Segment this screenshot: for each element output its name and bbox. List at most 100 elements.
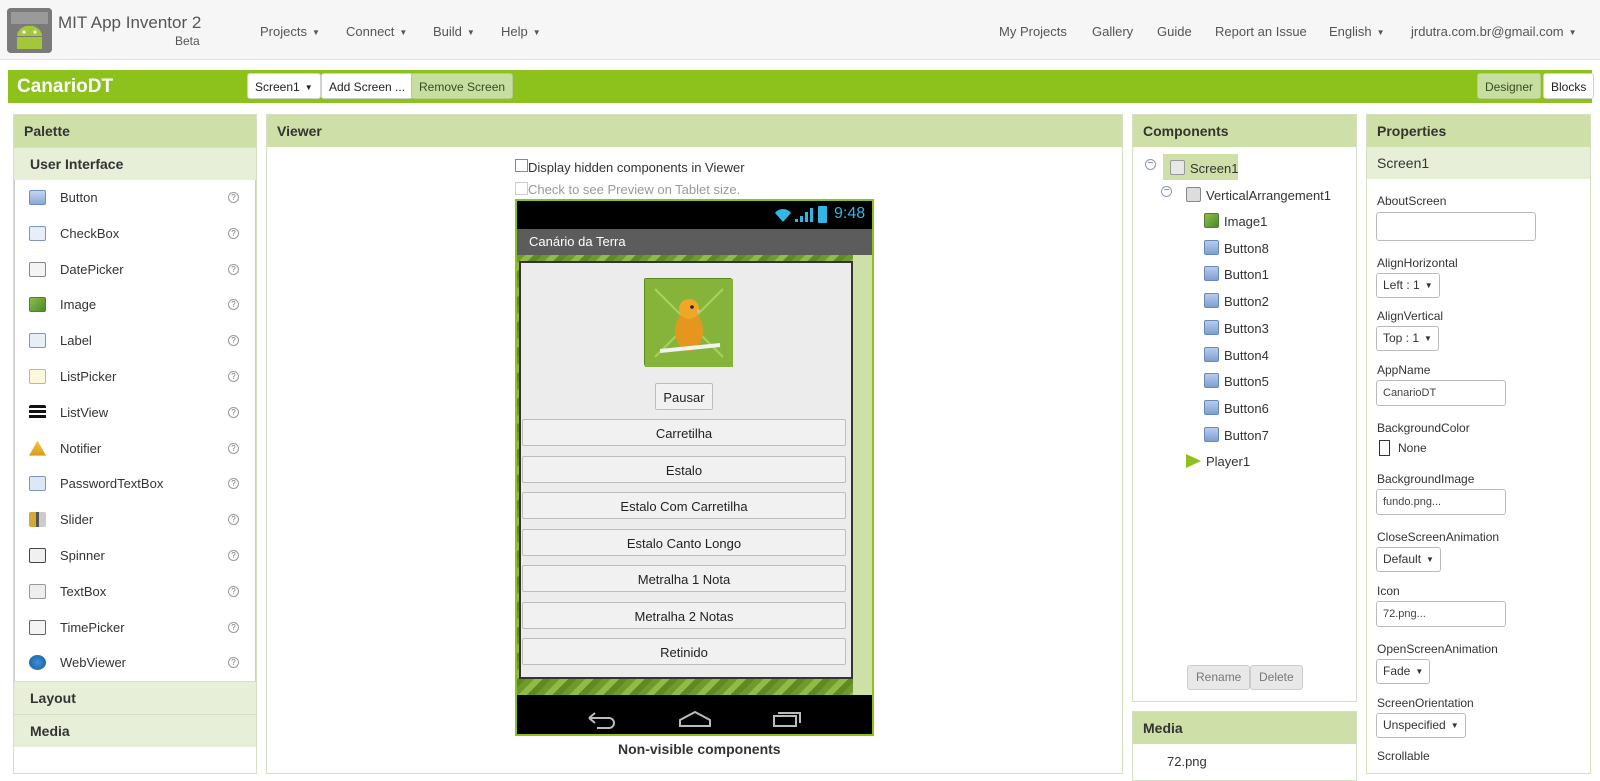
category-layout[interactable]: Layout [14, 681, 256, 715]
metralha-2-notas-button[interactable]: Metralha 2 Notas [522, 602, 846, 629]
appname-label: AppName [1377, 363, 1431, 377]
canary-bird-image[interactable] [644, 278, 733, 367]
carretilha-button[interactable]: Carretilha [522, 419, 846, 446]
app-inventor-logo[interactable] [7, 8, 52, 53]
palette-item-checkbox[interactable]: CheckBox? [15, 216, 255, 252]
tree-button4[interactable]: Button4 [1204, 346, 1269, 363]
align-horizontal-select[interactable]: Left : 1 ▼ [1376, 273, 1440, 298]
color-swatch[interactable] [1379, 440, 1390, 456]
help-icon[interactable]: ? [228, 585, 239, 597]
tree-vertical-arrangement[interactable]: VerticalArrangement1 [1186, 187, 1331, 203]
help-icon[interactable]: ? [228, 621, 239, 633]
palette-item-timepicker[interactable]: TimePicker? [15, 610, 255, 646]
about-screen-input[interactable] [1376, 212, 1536, 241]
help-icon[interactable]: ? [228, 227, 239, 239]
palette-item-label[interactable]: Label? [15, 323, 255, 359]
palette-item-listview[interactable]: ListView? [15, 395, 255, 431]
palette-item-button[interactable]: Button? [15, 180, 255, 216]
remove-screen-button[interactable]: Remove Screen [411, 73, 514, 99]
palette-item-notifier[interactable]: Notifier? [15, 431, 255, 467]
link-report-issue[interactable]: Report an Issue [1215, 24, 1307, 39]
help-icon[interactable]: ? [228, 192, 239, 203]
screen-orientation-select[interactable]: Unspecified ▼ [1376, 713, 1466, 738]
collapse-icon[interactable]: − [1161, 186, 1172, 197]
palette-panel: Palette User Interface Button? CheckBox? D… [13, 114, 257, 774]
help-icon[interactable]: ? [228, 514, 239, 526]
open-animation-select[interactable]: Fade ▼ [1376, 659, 1431, 684]
estalo-button[interactable]: Estalo [522, 456, 846, 483]
help-icon[interactable]: ? [228, 406, 239, 418]
menu-projects[interactable]: Projects ▼ [260, 24, 320, 39]
tree-button2[interactable]: Button2 [1204, 293, 1269, 309]
tree-button7[interactable]: Button7 [1204, 426, 1269, 443]
palette-item-textbox[interactable]: TextBox? [15, 574, 255, 610]
home-icon [679, 710, 711, 727]
tree-image1[interactable]: Image1 [1204, 213, 1267, 229]
close-animation-select[interactable]: Default ▼ [1376, 547, 1441, 572]
help-icon[interactable]: ? [228, 657, 239, 669]
vertical-arrangement[interactable]: Pausar Carretilha Estalo Estalo Com Carr… [519, 261, 853, 679]
tablet-preview-checkbox[interactable] [515, 182, 528, 195]
media-file[interactable]: 72.png [1167, 754, 1207, 769]
menu-build[interactable]: Build ▼ [433, 24, 475, 39]
palette-item-webviewer[interactable]: WebViewer? [15, 645, 255, 681]
tree-button3[interactable]: Button3 [1204, 319, 1269, 336]
link-my-projects[interactable]: My Projects [999, 24, 1067, 39]
designer-button[interactable]: Designer [1477, 73, 1542, 99]
button-icon [1204, 319, 1219, 335]
icon-input[interactable]: 72.png... [1376, 601, 1506, 627]
delete-button[interactable]: Delete [1250, 665, 1303, 690]
palette-item-listpicker[interactable]: ListPicker? [15, 359, 255, 395]
estalo-canto-longo-button[interactable]: Estalo Canto Longo [522, 529, 846, 556]
add-screen-button[interactable]: Add Screen ... [321, 73, 414, 99]
caret-down-icon: ▼ [1415, 667, 1424, 677]
button-icon [1204, 373, 1219, 389]
help-icon[interactable]: ? [228, 442, 239, 454]
palette-item-list: Button? CheckBox? DatePicker? Image? Label? L… [14, 180, 256, 682]
category-user-interface[interactable]: User Interface [14, 147, 256, 180]
phone-clock: 9:48 [834, 205, 866, 222]
tree-button5[interactable]: Button5 [1204, 373, 1269, 389]
link-gallery[interactable]: Gallery [1092, 24, 1133, 39]
menu-help[interactable]: Help ▼ [501, 24, 541, 39]
palette-item-datepicker[interactable]: DatePicker? [15, 252, 255, 288]
help-icon[interactable]: ? [228, 263, 239, 275]
display-hidden-checkbox[interactable] [515, 159, 528, 172]
pausar-button[interactable]: Pausar [655, 383, 713, 410]
collapse-icon[interactable]: − [1145, 159, 1156, 170]
help-icon[interactable]: ? [228, 335, 239, 347]
help-icon[interactable]: ? [228, 299, 239, 311]
tree-player1[interactable]: Player1 [1186, 454, 1250, 469]
passwordtextbox-icon [29, 476, 46, 492]
metralha-1-nota-button[interactable]: Metralha 1 Nota [522, 565, 846, 592]
retinido-button[interactable]: Retinido [522, 638, 846, 665]
rename-button[interactable]: Rename [1187, 665, 1251, 690]
tree-button1[interactable]: Button1 [1204, 266, 1269, 282]
link-guide[interactable]: Guide [1157, 24, 1192, 39]
account-menu[interactable]: jrdutra.com.br@gmail.com ▼ [1411, 24, 1577, 39]
appname-input[interactable]: CanarioDT [1376, 380, 1506, 406]
listview-icon [29, 404, 46, 420]
palette-item-spinner[interactable]: Spinner? [15, 538, 255, 574]
screen-select[interactable]: Screen1 ▼ [247, 73, 321, 99]
category-media[interactable]: Media [14, 714, 256, 748]
background-image-input[interactable]: fundo.png... [1376, 489, 1506, 515]
palette-item-image[interactable]: Image? [15, 287, 255, 323]
tree-button6[interactable]: Button6 [1204, 399, 1269, 416]
phone-preview: 9:48 Canário da Terra Pausar Carretilha … [515, 199, 874, 736]
help-icon[interactable]: ? [228, 549, 239, 561]
estalo-com-carretilha-button[interactable]: Estalo Com Carretilha [522, 492, 846, 519]
tree-button8[interactable]: Button8 [1204, 239, 1269, 256]
align-vertical-select[interactable]: Top : 1 ▼ [1376, 326, 1439, 351]
menu-connect[interactable]: Connect ▼ [346, 24, 407, 39]
language-menu[interactable]: English ▼ [1329, 24, 1385, 39]
background-color-value[interactable]: None [1398, 441, 1427, 455]
palette-item-passwordtextbox[interactable]: PasswordTextBox? [15, 466, 255, 502]
palette-item-label: Button [60, 190, 98, 205]
wifi-signal-icon [773, 207, 815, 226]
help-icon[interactable]: ? [228, 370, 239, 382]
blocks-button[interactable]: Blocks [1543, 73, 1595, 99]
help-icon[interactable]: ? [228, 478, 239, 490]
palette-item-slider[interactable]: Slider? [15, 502, 255, 538]
tree-screen1[interactable]: Screen1 [1170, 160, 1238, 176]
